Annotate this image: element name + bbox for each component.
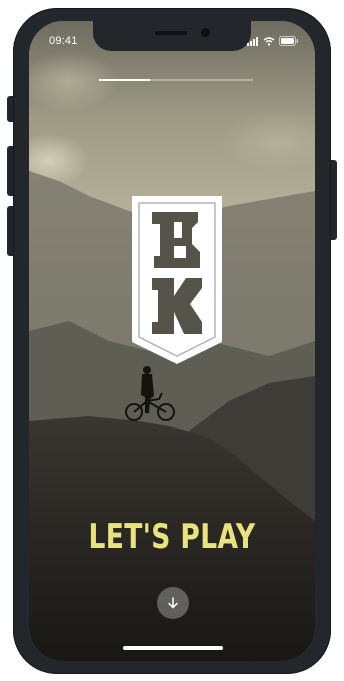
power-button: [331, 160, 337, 240]
status-icons: [247, 35, 299, 47]
home-indicator[interactable]: [123, 646, 223, 650]
arrow-down-icon: [168, 597, 178, 609]
wifi-icon: [263, 36, 275, 46]
phone-screen: 09:41 LET'S PLAY: [29, 21, 315, 661]
volume-up-button: [7, 146, 13, 196]
battery-icon: [279, 36, 298, 46]
status-time: 09:41: [49, 35, 78, 47]
speaker: [155, 31, 187, 35]
volume-down-button: [7, 206, 13, 256]
mute-switch: [7, 96, 13, 122]
notch: [93, 21, 251, 51]
onboarding-progress: [99, 79, 253, 81]
front-camera: [201, 28, 210, 37]
scroll-down-button[interactable]: [157, 587, 189, 619]
headline: LET'S PLAY: [88, 517, 256, 557]
bk-logo: [132, 196, 222, 364]
onboarding-progress-fill: [99, 79, 150, 81]
cellular-signal-icon: [247, 36, 258, 46]
